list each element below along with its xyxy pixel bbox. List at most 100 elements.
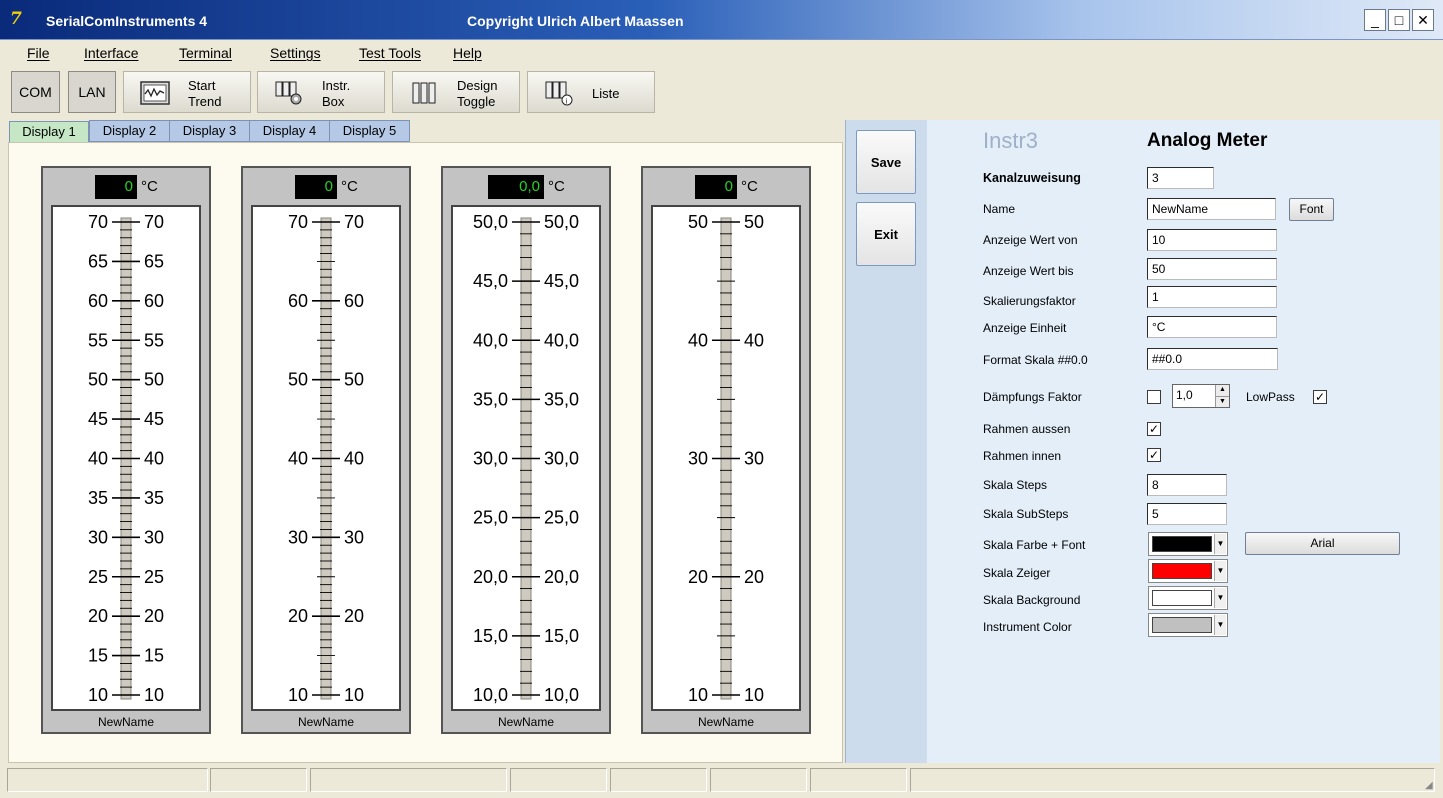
scale-label: 15,0: [473, 626, 508, 646]
scale-label: 45: [144, 409, 164, 429]
chevron-down-icon[interactable]: ▼: [1214, 615, 1226, 635]
scale-label: 30: [288, 527, 308, 547]
tab-display-4[interactable]: Display 4: [249, 120, 330, 142]
spin-up-icon[interactable]: ▲: [1215, 385, 1229, 396]
thermometer-meter[interactable]: 0 °C 70 70 60 60 50 50 40 40 30 30 20 20 10 10 NewNam…: [241, 166, 411, 734]
einheit-input[interactable]: °C: [1147, 316, 1277, 338]
scale-label: 10: [288, 685, 308, 705]
meter-scale: 70 70 65 65 60 60 55 55 50 50 45 45 40 40 35 35 30 30 25 25…: [51, 205, 201, 711]
status-panel: [7, 768, 208, 792]
scale-label: 65: [144, 251, 164, 271]
scale-label: 55: [144, 330, 164, 350]
scale-label: 70: [344, 212, 364, 232]
lan-button[interactable]: LAN: [68, 71, 116, 113]
scale-label: 60: [144, 291, 164, 311]
scale-color-select[interactable]: ▼: [1148, 532, 1228, 556]
background-color-swatch: [1152, 590, 1212, 606]
scale-label: 35: [144, 488, 164, 508]
name-label: Name: [983, 202, 1016, 216]
design-toggle-button[interactable]: Design Toggle: [392, 71, 520, 113]
spin-down-icon[interactable]: ▼: [1215, 396, 1229, 407]
chevron-down-icon[interactable]: ▼: [1214, 561, 1226, 581]
start-trend-button[interactable]: Start Trend: [123, 71, 251, 113]
name-input[interactable]: NewName: [1147, 198, 1276, 220]
save-button[interactable]: Save: [856, 130, 916, 194]
tab-display-5[interactable]: Display 5: [329, 120, 410, 142]
minimize-button[interactable]: _: [1364, 9, 1386, 31]
menu-terminal[interactable]: Terminal: [179, 45, 232, 61]
substeps-input[interactable]: 5: [1147, 503, 1227, 525]
scale-label: 30,0: [544, 449, 579, 469]
thermometer-meter[interactable]: 0 °C 50 50 40 40 30 30 20 20 10 10 NewName: [641, 166, 811, 734]
window-title: SerialComInstruments 4: [46, 13, 208, 29]
rahmen-innen-checkbox[interactable]: ✓: [1147, 448, 1161, 462]
substeps-label: Skala SubSteps: [983, 507, 1069, 521]
menu-test-tools[interactable]: Test Tools: [359, 45, 421, 61]
instrument-type: Analog Meter: [1147, 130, 1268, 151]
instrument-color-select[interactable]: ▼: [1148, 613, 1228, 637]
resize-grip-icon[interactable]: ◢: [1425, 780, 1439, 794]
tab-display-3[interactable]: Display 3: [169, 120, 250, 142]
scale-label: 15,0: [544, 626, 579, 646]
title-bar[interactable]: 7 SerialComInstruments 4 Copyright Ulric…: [0, 0, 1443, 40]
format-input[interactable]: ##0.0: [1147, 348, 1278, 370]
exit-button[interactable]: Exit: [856, 202, 916, 266]
pointer-color-select[interactable]: ▼: [1148, 559, 1228, 583]
scale-label: 10: [744, 685, 764, 705]
com-button[interactable]: COM: [11, 71, 60, 113]
rahmen-innen-label: Rahmen innen: [983, 449, 1062, 463]
wert-von-input[interactable]: 10: [1147, 229, 1277, 251]
scale-label: 60: [288, 291, 308, 311]
scale-label: 50,0: [544, 212, 579, 232]
daempfung-checkbox[interactable]: [1147, 390, 1161, 404]
status-panel: [910, 768, 1435, 792]
liste-label: Liste: [592, 86, 620, 101]
start-trend-label-1: Start: [188, 78, 216, 93]
scale-label: 20: [744, 567, 764, 587]
menu-settings[interactable]: Settings: [270, 45, 321, 61]
scale-font-button[interactable]: Arial: [1245, 532, 1400, 555]
meter-name: NewName: [497, 715, 554, 729]
thermometer-meter[interactable]: 0 °C 70 70 65 65 60 60 55 55 50 50 45 45 40 40 35 35 30 3…: [41, 166, 211, 734]
menu-interface[interactable]: Interface: [84, 45, 138, 61]
chevron-down-icon[interactable]: ▼: [1214, 588, 1226, 608]
tab-display-1[interactable]: Display 1: [9, 121, 89, 143]
menu-help[interactable]: Help: [453, 45, 482, 61]
menu-file[interactable]: File: [27, 45, 50, 61]
instrument-color-swatch: [1152, 617, 1212, 633]
maximize-button[interactable]: □: [1388, 9, 1410, 31]
steps-input[interactable]: 8: [1147, 474, 1227, 496]
scale-label: 10: [344, 685, 364, 705]
close-button[interactable]: ✕: [1412, 9, 1434, 31]
daempfung-value: 1,0: [1176, 388, 1193, 402]
instr-box-button[interactable]: Instr. Box: [257, 71, 385, 113]
app-icon: 7: [10, 9, 22, 29]
meter-name: NewName: [297, 715, 354, 729]
list-info-icon: i: [545, 81, 573, 106]
scale-label: 35: [88, 488, 108, 508]
scale-label: 50: [344, 370, 364, 390]
lowpass-checkbox[interactable]: ✓: [1313, 390, 1327, 404]
daempfung-spinner[interactable]: 1,0 ▲ ▼: [1172, 384, 1230, 408]
liste-button[interactable]: i Liste: [527, 71, 655, 113]
scale-label: 10: [688, 685, 708, 705]
thermometer-meter[interactable]: 0,0 °C 50,0 50,0 45,0 45,0 40,0 40,0 35,0 35,0 3…: [441, 166, 611, 734]
chevron-down-icon[interactable]: ▼: [1214, 534, 1226, 554]
scale-label: 60: [88, 291, 108, 311]
background-color-select[interactable]: ▼: [1148, 586, 1228, 610]
scale-label: 45,0: [544, 271, 579, 291]
wert-bis-input[interactable]: 50: [1147, 258, 1277, 280]
meter-scale: 70 70 60 60 50 50 40 40 30 30 20 20 10 10: [251, 205, 401, 711]
status-panel: [210, 768, 307, 792]
meter-name: NewName: [697, 715, 754, 729]
tab-display-2[interactable]: Display 2: [89, 120, 170, 142]
kanal-input[interactable]: 3: [1147, 167, 1214, 189]
meter-value: 0: [295, 175, 337, 199]
scale-label: 50: [688, 212, 708, 232]
skalierung-input[interactable]: 1: [1147, 286, 1277, 308]
instrument-settings-panel: Instr3 Analog Meter Kanalzuweisung 3 Nam…: [927, 120, 1440, 763]
wert-bis-label: Anzeige Wert bis: [983, 264, 1074, 278]
rahmen-aussen-checkbox[interactable]: ✓: [1147, 422, 1161, 436]
font-button[interactable]: Font: [1289, 198, 1334, 221]
scale-label: 30: [88, 527, 108, 547]
